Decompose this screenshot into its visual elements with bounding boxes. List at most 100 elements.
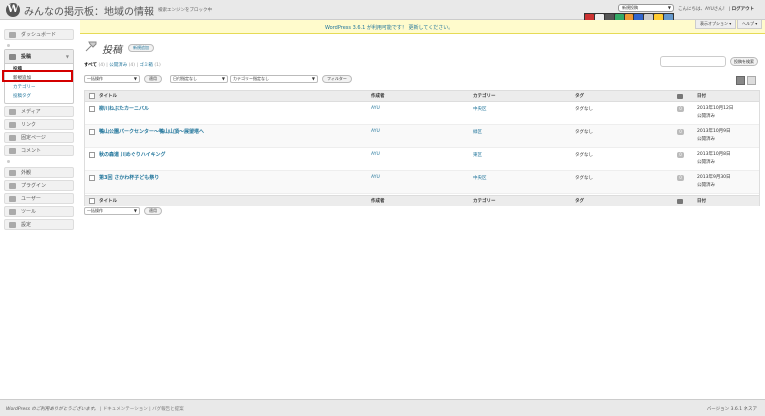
filter-all-count: (4) [98,63,105,68]
table-row: 鴨山公園パークセンター〜鴨山山頂〜展望塔へ AYU 緑区 タグなし 0 2013… [85,125,759,148]
update-version-link[interactable]: WordPress 3.6.1 が利用可能です！ [325,25,407,31]
post-status: 公開済み [697,183,715,188]
site-title[interactable]: みんなの掲示板：地域の情報 [24,3,154,18]
search-posts-button[interactable]: 投稿を検索 [730,57,758,66]
menu-comments[interactable]: コメント [4,145,74,156]
post-title-link[interactable]: 鴨山公園パークセンター〜鴨山山頂〜展望塔へ [99,128,204,135]
page-icon [9,135,16,141]
column-title[interactable]: タイトル [99,91,117,102]
post-category[interactable]: 中央区 [473,175,487,181]
post-date: 2013年10月9日 [697,129,731,134]
post-date: 2013年10月8日 [697,152,731,157]
menu-posts[interactable]: 投稿 ▼ [5,50,73,64]
update-now-link[interactable]: 更新してください。 [409,25,454,31]
row-checkbox[interactable] [89,106,95,112]
user-greeting[interactable]: こんにちは、AYUさん！ [678,7,727,12]
column-title[interactable]: タイトル [99,196,117,207]
menu-settings[interactable]: 設定 [4,219,74,230]
row-checkbox[interactable] [89,129,95,135]
screen-options-tab[interactable]: 表示オプション ▾ [695,20,737,29]
category-filter-select[interactable]: カテゴリー指定なし ▼ [230,75,318,83]
date-filter-value: 日付指定なし [173,76,197,81]
appearance-icon [9,170,16,176]
filter-trash-count: (1) [154,63,161,68]
row-checkbox[interactable] [89,175,95,181]
comment-count-bubble[interactable]: 0 [677,152,684,158]
comment-count-bubble[interactable]: 0 [677,175,684,181]
list-view-icon[interactable] [736,76,745,85]
menu-appearance[interactable]: 外観 [4,167,74,178]
menu-links[interactable]: リンク [4,119,74,130]
post-tags: タグなし [575,130,593,135]
post-author[interactable]: AYU [371,106,380,111]
menu-links-label: リンク [21,122,37,128]
admin-header: W みんなの掲示板：地域の情報 検索エンジンをブロック中 新規投稿 ▼ こんにち… [0,0,765,22]
post-author[interactable]: AYU [371,152,380,157]
comment-icon[interactable] [677,94,683,99]
help-tab[interactable]: ヘルプ ▾ [737,20,763,29]
menu-pages[interactable]: 固定ページ [4,132,74,143]
menu-users-label: ユーザー [21,196,41,202]
post-category[interactable]: 東区 [473,152,482,158]
menu-settings-label: 設定 [21,222,32,228]
post-tags: タグなし [575,107,593,112]
apply-button-bottom[interactable]: 適用 [144,207,162,215]
post-date: 2013年10月12日 [697,106,734,111]
comment-count-bubble[interactable]: 0 [677,129,684,135]
logout-link[interactable]: ログアウト [732,7,755,12]
bulk-action-select-top[interactable]: 一括操作 ▼ [84,75,140,83]
pin-icon [85,41,97,52]
site-visibility-note[interactable]: 検索エンジンをブロック中 [158,7,212,13]
comment-count-bubble[interactable]: 0 [677,106,684,112]
post-tags: タグなし [575,153,593,158]
post-author[interactable]: AYU [371,175,380,180]
select-all-checkbox[interactable] [89,198,95,204]
bulk-action-value: 一括操作 [87,208,103,213]
select-all-checkbox[interactable] [89,93,95,99]
date-filter-select[interactable]: 日付指定なし ▼ [170,75,228,83]
media-icon [9,109,16,115]
chevron-down-icon[interactable]: ▼ [66,50,69,64]
excerpt-view-icon[interactable] [747,76,756,85]
add-new-button[interactable]: 新規追加 [128,44,154,52]
post-category[interactable]: 緑区 [473,129,482,135]
menu-dashboard[interactable]: ダッシュボード [4,29,74,40]
row-checkbox[interactable] [89,152,95,158]
search-input[interactable] [660,56,726,67]
filter-trash[interactable]: ゴミ箱 [139,63,153,68]
update-nag-text: WordPress 3.6.1 が利用可能です！ 更新してください。 [325,24,453,31]
menu-media-label: メディア [21,109,41,115]
footer-links[interactable]: | ドキュメンテーション | バグ報告と提案 [100,407,184,412]
table-row: 柳川ねぶたカーニバル AYU 中央区 タグなし 0 2013年10月12日 公開… [85,102,759,125]
post-title-link[interactable]: 秋の森道 川めぐりハイキング [99,151,166,158]
menu-plugins[interactable]: プラグイン [4,180,74,191]
link-icon [9,122,16,128]
menu-tools-label: ツール [21,209,37,215]
post-category[interactable]: 中央区 [473,106,487,112]
bulk-action-select-bottom[interactable]: 一括操作 ▼ [84,207,140,215]
menu-tools[interactable]: ツール [4,206,74,217]
highlight-box [2,70,73,82]
post-tags: タグなし [575,176,593,181]
chevron-down-icon: ▼ [133,208,137,213]
wordpress-logo-icon[interactable]: W [6,3,20,17]
update-nag: WordPress 3.6.1 が利用可能です！ 更新してください。 [80,20,765,34]
post-author[interactable]: AYU [371,129,380,134]
menu-media[interactable]: メディア [4,106,74,117]
submenu-categories[interactable]: カテゴリー [13,84,36,90]
post-title-link[interactable]: 柳川ねぶたカーニバル [99,105,149,112]
menu-users[interactable]: ユーザー [4,193,74,204]
footer-thanks: WordPress のご利用ありがとうございます。 | ドキュメンテーション |… [6,406,184,412]
filter-button[interactable]: フィルター [322,75,352,83]
post-title-link[interactable]: 第3回 さかわ杯子ども祭り [99,174,159,181]
filter-published[interactable]: 公開済み [109,63,127,68]
filter-all[interactable]: すべて [84,63,97,68]
favorite-actions-select[interactable]: 新規投稿 ▼ [618,4,674,12]
submenu-tags[interactable]: 投稿タグ [13,93,31,99]
menu-posts-label: 投稿 [21,54,32,60]
column-date[interactable]: 日付 [697,91,706,102]
apply-button-top[interactable]: 適用 [144,75,162,83]
column-date[interactable]: 日付 [697,196,706,207]
footer-thanks-text[interactable]: WordPress のご利用ありがとうございます。 [6,407,98,412]
comment-icon[interactable] [677,199,683,204]
